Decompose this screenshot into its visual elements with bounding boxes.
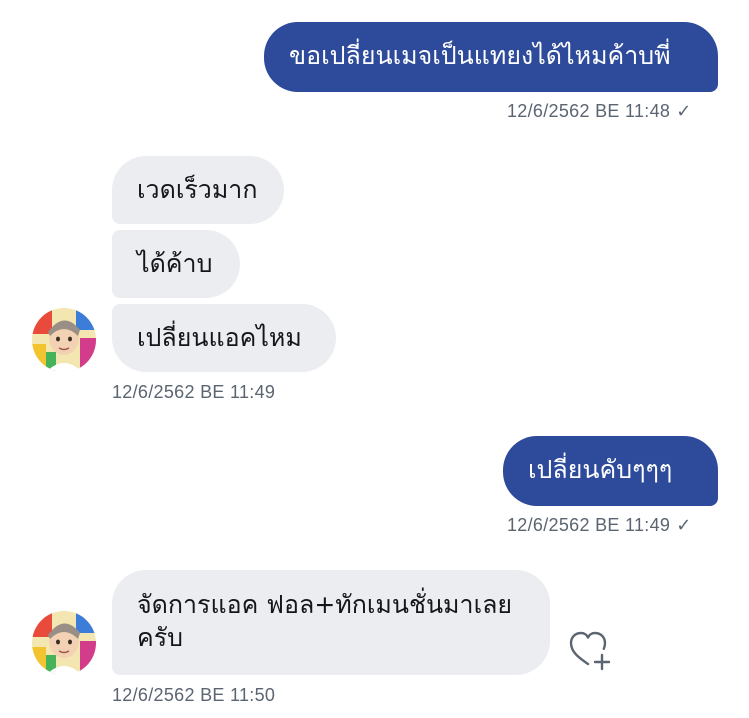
avatar-image — [32, 308, 96, 372]
message-text: เวดเร็วมาก — [137, 175, 258, 204]
read-check-icon: ✓ — [676, 515, 692, 535]
message-text-line: จัดการแอค ฟอล+ทักเมนชั่นมาเลย — [137, 590, 513, 619]
message-bubble-outgoing[interactable]: เปลี่ยนคับๆๆๆ — [503, 436, 718, 506]
message-timestamp: 12/6/2562 BE 11:49 — [112, 382, 276, 402]
heart-plus-icon[interactable] — [567, 628, 613, 672]
message-timestamp: 12/6/2562 BE 11:48 ✓ — [507, 101, 692, 121]
message-bubble-incoming[interactable]: ได้ค้าบ — [112, 230, 240, 298]
message-text: เปลี่ยนแอคไหม — [137, 323, 302, 352]
message-text: ขอเปลี่ยนเมจเป็นแทยงได้ไหมค้าบพี่ — [289, 41, 671, 70]
message-timestamp: 12/6/2562 BE 11:50 — [112, 685, 276, 705]
message-text: เปลี่ยนคับๆๆๆ — [528, 455, 673, 484]
message-timestamp: 12/6/2562 BE 11:49 ✓ — [507, 515, 692, 535]
message-bubble-outgoing[interactable]: ขอเปลี่ยนเมจเป็นแทยงได้ไหมค้าบพี่ — [264, 22, 718, 92]
message-bubble-incoming[interactable]: เปลี่ยนแอคไหม — [112, 304, 336, 372]
read-check-icon: ✓ — [676, 101, 692, 121]
avatar[interactable] — [32, 308, 96, 372]
message-text-line: ครับ — [137, 623, 184, 652]
message-bubble-incoming[interactable]: จัดการแอค ฟอล+ทักเมนชั่นมาเลย ครับ — [112, 570, 550, 675]
message-text: ได้ค้าบ — [137, 249, 213, 278]
message-bubble-incoming[interactable]: เวดเร็วมาก — [112, 156, 284, 224]
avatar-image — [32, 611, 96, 675]
avatar[interactable] — [32, 611, 96, 675]
